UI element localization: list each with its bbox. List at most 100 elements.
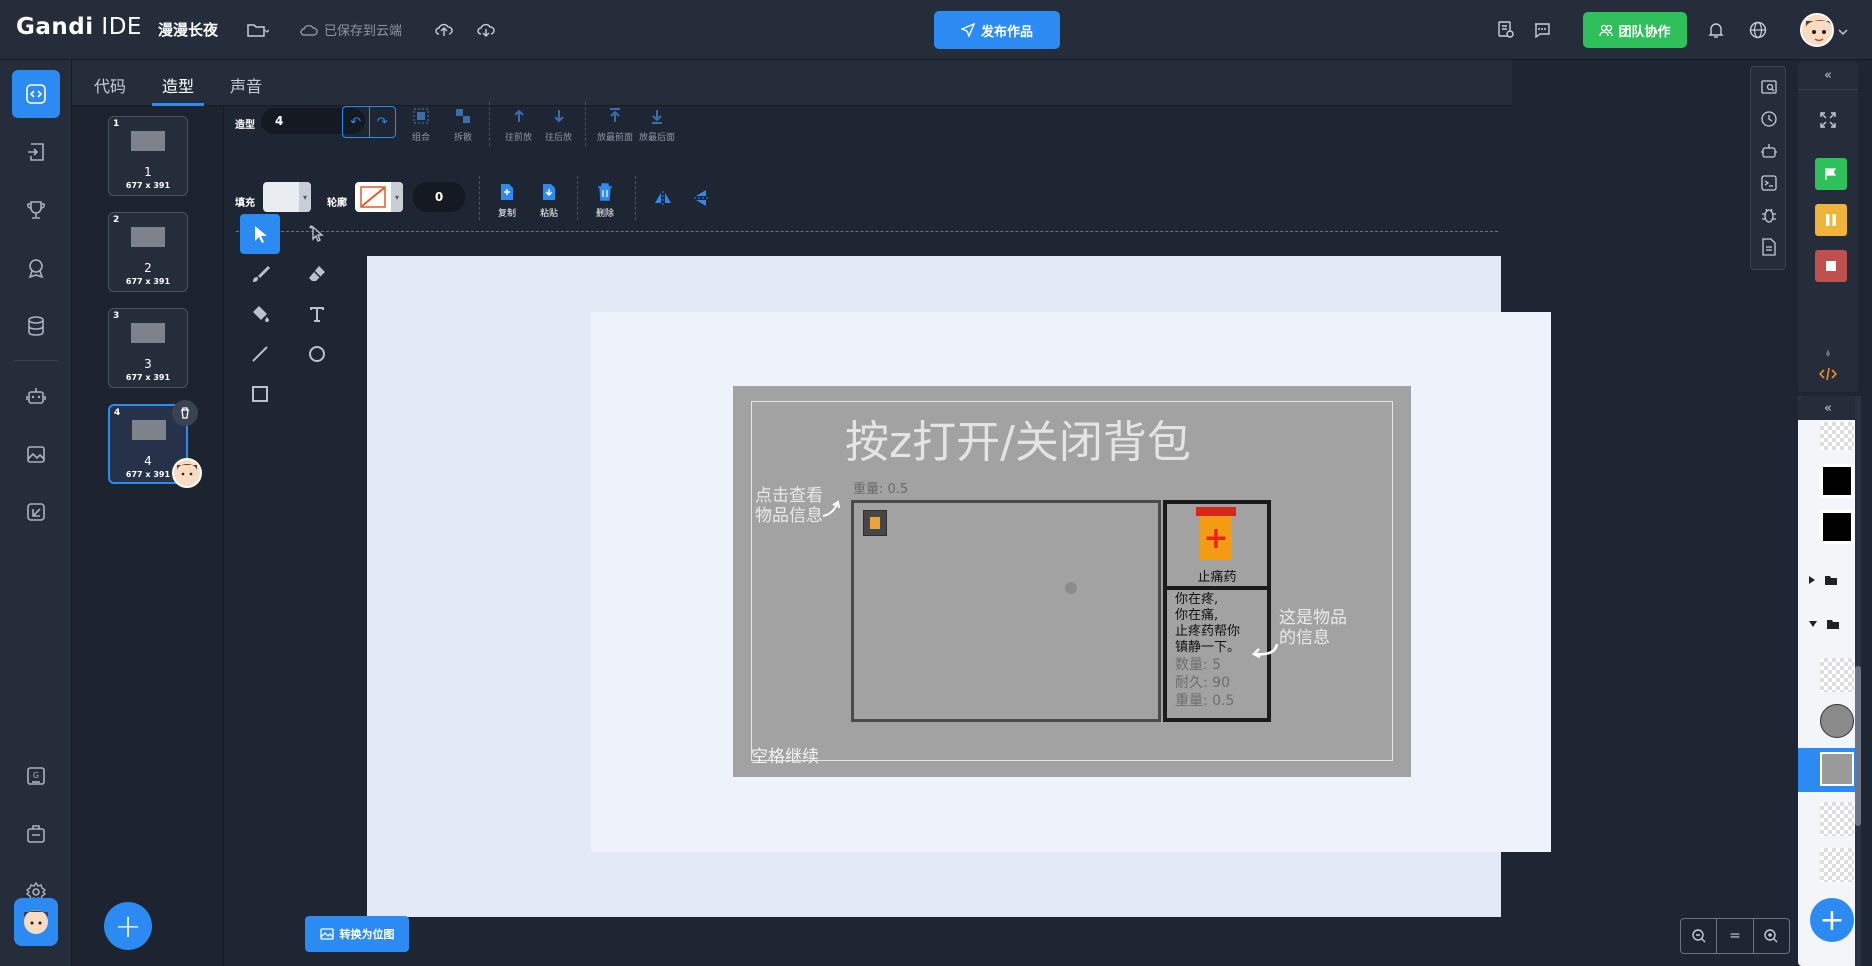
zoom-reset-button[interactable]: =	[1717, 919, 1754, 953]
costume-item[interactable]: 2 2 677 x 391	[108, 212, 188, 292]
globe-icon[interactable]	[1744, 16, 1772, 44]
fill-tool[interactable]	[240, 294, 280, 334]
stop-button[interactable]	[1815, 250, 1847, 282]
reshape-tool[interactable]	[297, 214, 337, 254]
nav-briefcase-icon[interactable]	[12, 810, 60, 858]
upload-icon[interactable]	[430, 16, 458, 44]
user-avatar[interactable]	[1800, 13, 1834, 47]
notes-icon[interactable]	[1492, 16, 1520, 44]
pause-button[interactable]	[1815, 204, 1847, 236]
backward-button[interactable]: 往后放	[545, 106, 572, 143]
delete-button[interactable]: 删除	[595, 182, 615, 219]
history-icon[interactable]	[1759, 109, 1779, 129]
code-toggle-icon[interactable]	[1818, 364, 1838, 384]
eraser-tool[interactable]	[297, 254, 337, 294]
select-tool[interactable]	[240, 214, 280, 254]
undo-icon[interactable]: ↶	[343, 107, 370, 137]
sprite-folder-collapsed[interactable]	[1808, 574, 1838, 586]
flag-icon	[1825, 168, 1837, 180]
nav-import-icon[interactable]	[12, 128, 60, 176]
bring-front-button[interactable]: 放最前面	[597, 106, 633, 143]
text-tool[interactable]	[297, 294, 337, 334]
collapse-sprites-icon[interactable]: «	[1798, 396, 1858, 420]
brush-tool[interactable]	[240, 254, 280, 294]
convert-bitmap-button[interactable]: 转换为位图	[305, 916, 409, 952]
add-sprite-button[interactable]: +	[1810, 898, 1854, 942]
document-icon[interactable]	[1759, 237, 1779, 257]
collapse-stage-icon[interactable]: «	[1798, 62, 1858, 90]
app-logo[interactable]: Gandi IDE	[16, 14, 142, 40]
add-costume-button[interactable]: +	[104, 902, 152, 950]
paint-editor: 造型 4 ↶ ↷ 组合 拆散 往前放 往后放 放最前面 放最后面 填充 ▾ 轮廓…	[225, 102, 1790, 966]
tab-sounds[interactable]: 声音	[230, 73, 262, 97]
costume-drawing[interactable]: 按z打开/关闭背包 重量: 0.5 + 止痛药 你在疼, 你在痛, 止疼药帮你 …	[733, 386, 1411, 777]
costume-item[interactable]: 1 1 677 x 391	[108, 116, 188, 196]
nav-image-icon[interactable]	[12, 430, 60, 478]
bring-front-label: 放最前面	[597, 133, 634, 143]
sprite-thumbnail[interactable]	[1820, 464, 1854, 498]
group-button[interactable]: 组合	[411, 106, 431, 143]
sprites-scrollbar[interactable]	[1855, 396, 1861, 966]
send-back-button[interactable]: 放最后面	[639, 106, 675, 143]
folder-menu-icon[interactable]	[244, 16, 272, 44]
zoom-in-button[interactable]	[1754, 919, 1789, 953]
sprite-thumbnail[interactable]	[1820, 422, 1854, 450]
team-collab-button[interactable]: 团队协作	[1583, 12, 1687, 48]
center-dot	[1065, 582, 1077, 594]
project-title[interactable]: 漫漫长夜	[158, 19, 218, 40]
search-code-icon[interactable]	[1759, 77, 1779, 97]
publish-button[interactable]: 发布作品	[934, 11, 1060, 49]
sprite-thumbnail[interactable]	[1820, 802, 1854, 836]
chevron-down-icon[interactable]	[1836, 18, 1850, 46]
chat-icon[interactable]	[1528, 16, 1556, 44]
redo-icon[interactable]: ↷	[370, 107, 396, 137]
line-tool[interactable]	[240, 334, 280, 374]
costume-item-selected[interactable]: 4 4 677 x 391	[108, 400, 202, 488]
sprite-thumbnail[interactable]	[1820, 658, 1854, 692]
sprite-thumbnail-selected[interactable]	[1820, 752, 1854, 786]
sprite-thumbnail[interactable]	[1820, 510, 1854, 544]
nav-user-avatar[interactable]	[14, 898, 58, 946]
sprite-thumbnail[interactable]	[1820, 704, 1854, 738]
nav-database-icon[interactable]	[12, 302, 60, 350]
nav-robot-icon[interactable]	[12, 372, 60, 420]
outline-color-swatch[interactable]: ▾	[355, 182, 403, 212]
forward-button[interactable]: 往前放	[505, 106, 532, 143]
fill-color-swatch[interactable]: ▾	[263, 182, 311, 212]
terminal-icon[interactable]	[1759, 173, 1779, 193]
bell-icon[interactable]	[1702, 16, 1730, 44]
turbo-icon[interactable]	[1818, 346, 1838, 366]
tab-code[interactable]: 代码	[94, 73, 126, 97]
copy-button[interactable]: 复制	[497, 182, 517, 219]
tab-costumes[interactable]: 造型	[162, 73, 194, 97]
image-icon	[319, 928, 334, 940]
flip-horizontal-button[interactable]	[653, 188, 673, 208]
sprite-folder-expanded[interactable]	[1808, 618, 1840, 630]
fullscreen-icon[interactable]	[1818, 110, 1838, 130]
bug-icon[interactable]	[1759, 205, 1779, 225]
paste-button[interactable]: 粘贴	[539, 182, 559, 219]
download-icon[interactable]	[472, 16, 500, 44]
green-flag-button[interactable]	[1815, 158, 1847, 190]
nav-design-icon[interactable]	[12, 488, 60, 536]
canvas-area[interactable]: 按z打开/关闭背包 重量: 0.5 + 止痛药 你在疼, 你在痛, 止疼药帮你 …	[367, 256, 1551, 917]
toolbar-separator	[577, 176, 578, 220]
flip-vertical-button[interactable]	[691, 188, 711, 208]
zoom-out-button[interactable]	[1681, 919, 1718, 953]
sprite-thumbnail[interactable]	[1820, 848, 1854, 882]
outline-width-input[interactable]: 0	[413, 182, 465, 212]
nav-trophy-icon[interactable]	[12, 186, 60, 234]
nav-code-icon[interactable]	[12, 70, 60, 118]
nav-guide-icon[interactable]: G	[12, 752, 60, 800]
costume-number: 1	[113, 119, 120, 129]
robot-icon[interactable]	[1759, 141, 1779, 161]
circle-tool[interactable]	[297, 334, 337, 374]
scrollbar-thumb[interactable]	[1855, 666, 1861, 826]
costume-item[interactable]: 3 3 677 x 391	[108, 308, 188, 388]
delete-costume-icon[interactable]	[172, 400, 198, 426]
rectangle-tool[interactable]	[240, 374, 280, 414]
costume-list: 1 1 677 x 391 2 2 677 x 391 3 3 677 x 39…	[72, 106, 224, 966]
nav-badge-icon[interactable]	[12, 244, 60, 292]
team-collab-label: 团队协作	[1618, 24, 1671, 40]
ungroup-button[interactable]: 拆散	[453, 106, 473, 143]
